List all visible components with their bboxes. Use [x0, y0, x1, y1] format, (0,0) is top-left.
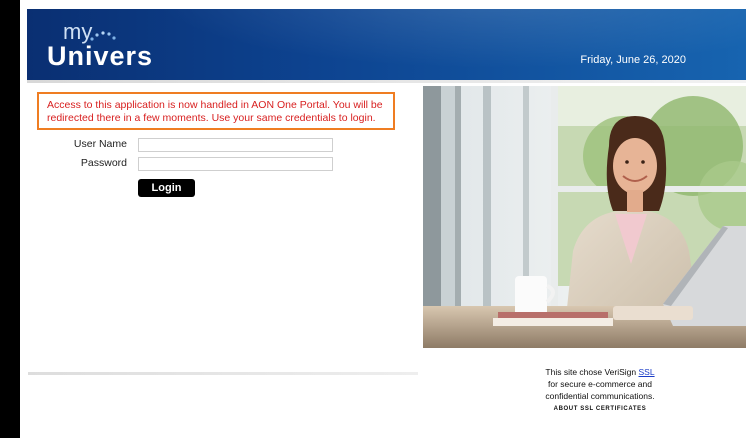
login-button[interactable]: Login: [138, 179, 195, 197]
about-ssl-certificates-link[interactable]: ABOUT SSL CERTIFICATES: [510, 403, 690, 415]
logo-univers-text: Univers: [47, 41, 154, 71]
header-banner: my Univers Friday, June 26, 2020: [27, 9, 746, 80]
ssl-line-2: for secure e-commerce and: [548, 379, 652, 389]
username-label: User Name: [73, 138, 127, 150]
hero-photo: [423, 86, 746, 348]
myunivers-logo[interactable]: my Univers: [45, 19, 195, 74]
redirect-notice: Access to this application is now handle…: [37, 92, 395, 130]
password-input[interactable]: [138, 157, 333, 171]
ssl-line-3: confidential communications.: [545, 391, 655, 401]
current-date: Friday, June 26, 2020: [580, 54, 686, 66]
username-input[interactable]: [138, 138, 333, 152]
ssl-link[interactable]: SSL: [639, 367, 655, 377]
ssl-line-1: This site chose VeriSign SSL: [545, 367, 655, 377]
password-label: Password: [80, 157, 127, 169]
businesswoman-laptop-image: [423, 86, 746, 348]
left-black-bar: [0, 0, 20, 438]
header-divider: [27, 80, 746, 83]
ssl-info: This site chose VeriSign SSL for secure …: [510, 366, 690, 415]
footer-divider: [28, 372, 418, 375]
